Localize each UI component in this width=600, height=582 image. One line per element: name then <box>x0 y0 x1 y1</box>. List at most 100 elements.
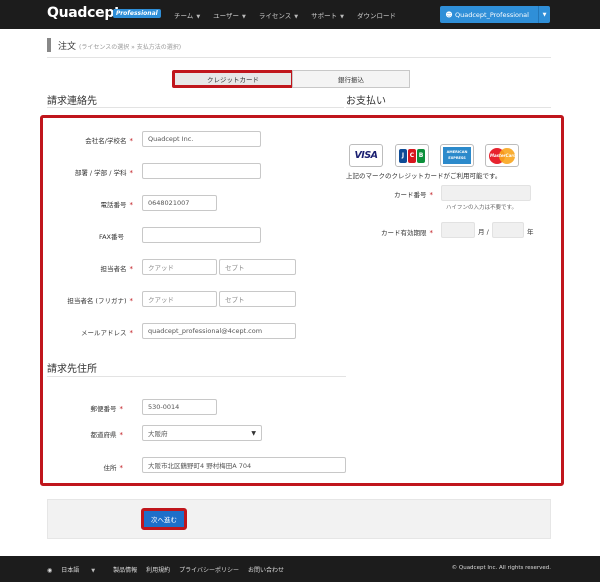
main-menu: チーム ▼ ユーザー ▼ ライセンス ▼ サポート ▼ ダウンロード <box>174 10 409 20</box>
jcb-logo: JCB <box>395 144 429 167</box>
footer-link-privacy[interactable]: プライバシーポリシー <box>179 565 239 574</box>
menu-item-team[interactable]: チーム ▼ <box>174 10 200 20</box>
tab-credit-card[interactable]: クレジットカード <box>172 70 294 88</box>
mastercard-mark: MasterCard <box>489 147 517 164</box>
required-asterisk: * <box>129 169 134 177</box>
field-label-text: 住所 <box>103 464 117 472</box>
email-input[interactable]: quadcept_professional@4cept.com <box>142 323 296 339</box>
visa-logo: VISA <box>349 144 383 167</box>
caret-down-icon: ▼ <box>242 14 246 20</box>
footer-links: ◉ 日本語 ▼ 製品情報 利用規約 プライバシーポリシー お問い合わせ <box>47 565 293 574</box>
field-label-text: 電話番号 <box>100 201 127 209</box>
caret-down-icon[interactable]: ▼ <box>538 6 550 23</box>
required-asterisk: * <box>129 329 134 337</box>
required-asterisk: * <box>129 265 134 273</box>
section-divider <box>346 107 551 108</box>
tab-bank-transfer[interactable]: 銀行振込 <box>292 70 410 88</box>
caret-down-icon: ▼ <box>196 14 201 20</box>
field-label-text: 担当者名 <box>100 265 127 273</box>
mastercard-text: MasterCard <box>490 152 517 158</box>
required-asterisk: * <box>129 297 134 305</box>
copyright: © Quadcept Inc. All rights reserved. <box>451 565 551 571</box>
user-menu-button[interactable]: ☻ Quadcept_Professional ▼ <box>440 6 550 23</box>
footer: ◉ 日本語 ▼ 製品情報 利用規約 プライバシーポリシー お問い合わせ © Quad… <box>0 556 600 582</box>
menu-item-download[interactable]: ダウンロード <box>357 10 396 20</box>
expiry-year-input[interactable] <box>492 222 524 238</box>
card-number-label: カード番号 * <box>333 189 433 199</box>
first-name-input[interactable]: セプト <box>219 259 296 275</box>
menu-item-license[interactable]: ライセンス ▼ <box>259 10 298 20</box>
top-navbar: Quadcept Professional チーム ▼ ユーザー ▼ ライセンス ▼ … <box>0 0 600 29</box>
expiry-label: カード有効期限 * <box>333 227 433 237</box>
globe-icon: ◉ <box>47 567 53 574</box>
field-label-text: 担当者名 (フリガナ) <box>67 297 127 305</box>
breadcrumb: (ライセンスの選択 » 支払方法の選択) <box>79 44 182 51</box>
required-asterisk: * <box>119 464 124 472</box>
jcb-mark: JCB <box>399 148 425 163</box>
month-unit: 月 / <box>478 228 489 236</box>
next-button[interactable]: 次へ進む <box>141 508 187 530</box>
billing-address-heading: 請求先住所 <box>47 364 97 375</box>
jcb-letter-c: C <box>408 148 416 163</box>
contact-kana-label: 担当者名 (フリガナ) * <box>33 295 133 305</box>
field-label-text: メールアドレス <box>81 329 127 337</box>
company-input[interactable]: Quadcept Inc. <box>142 131 261 147</box>
caret-down-icon: ▼ <box>340 14 344 20</box>
language-label: 日本語 <box>61 567 80 574</box>
address-input[interactable]: 大阪市北区鶴野町4 野村梅田A 704 <box>142 457 346 473</box>
title-accent-bar <box>47 38 51 52</box>
footer-link-contact[interactable]: お問い合わせ <box>248 565 284 574</box>
expiry-month-input[interactable] <box>441 222 475 238</box>
menu-item-label: サポート <box>311 12 338 20</box>
fax-label: FAX番号 <box>98 233 124 241</box>
action-panel <box>47 499 551 539</box>
cards-note: 上記のマークのクレジットカードがご利用可能です。 <box>346 172 502 180</box>
department-input[interactable] <box>142 163 261 179</box>
last-name-input[interactable]: クアッド <box>142 259 217 275</box>
field-label-text: 部署 / 学部 / 学科 <box>74 169 127 177</box>
prefecture-label: 都道府県 * <box>23 429 124 439</box>
section-divider <box>47 107 344 108</box>
email-label: メールアドレス * <box>33 327 133 337</box>
page-title: 注文 (ライセンスの選択 » 支払方法の選択) <box>58 39 181 52</box>
user-icon: ☻ <box>445 10 453 19</box>
department-label: 部署 / 学部 / 学科 * <box>33 167 133 177</box>
required-asterisk: * <box>129 137 134 145</box>
menu-item-label: チーム <box>174 12 194 20</box>
phone-input[interactable]: 0648021007 <box>142 195 217 211</box>
menu-item-users[interactable]: ユーザー ▼ <box>213 10 246 20</box>
visa-logo-text: VISA <box>354 150 378 161</box>
language-selector[interactable]: ◉ 日本語 ▼ <box>47 565 104 574</box>
year-unit: 年 <box>527 228 534 236</box>
field-label-text: 郵便番号 <box>90 405 117 413</box>
prefecture-select[interactable]: 大阪府 ▼ <box>142 425 262 441</box>
user-name: Quadcept_Professional <box>455 10 529 19</box>
field-label-text: カード有効期限 <box>381 229 427 237</box>
caret-down-icon: ▼ <box>294 14 299 20</box>
card-number-hint: ハイフンの入力は不要です。 <box>446 205 517 211</box>
field-label-text: 都道府県 <box>90 431 117 439</box>
card-number-input[interactable] <box>441 185 531 201</box>
postal-code-label: 郵便番号 * <box>23 403 124 413</box>
last-name-kana-input[interactable]: クアッド <box>142 291 217 307</box>
postal-code-input[interactable]: 530-0014 <box>142 399 217 415</box>
brand-logo[interactable]: Quadcept <box>47 5 121 21</box>
title-divider <box>47 57 551 58</box>
required-asterisk: * <box>119 405 124 413</box>
fax-input[interactable] <box>142 227 261 243</box>
footer-link-terms[interactable]: 利用規約 <box>146 565 170 574</box>
caret-down-icon: ▼ <box>91 568 96 574</box>
menu-item-support[interactable]: サポート ▼ <box>311 10 344 20</box>
section-divider <box>47 376 346 377</box>
mastercard-logo: MasterCard <box>485 144 519 167</box>
menu-item-label: ライセンス <box>258 12 292 20</box>
billing-contact-heading: 請求連絡先 <box>47 96 97 107</box>
company-label: 会社名/学校名 * <box>33 135 133 145</box>
payment-heading: お支払い <box>346 96 386 107</box>
footer-link-products[interactable]: 製品情報 <box>113 565 137 574</box>
required-asterisk: * <box>129 201 134 209</box>
page-title-text: 注文 <box>58 42 77 52</box>
field-label-text: 会社名/学校名 <box>85 137 127 145</box>
first-name-kana-input[interactable]: セプト <box>219 291 296 307</box>
phone-label: 電話番号 * <box>33 199 134 209</box>
